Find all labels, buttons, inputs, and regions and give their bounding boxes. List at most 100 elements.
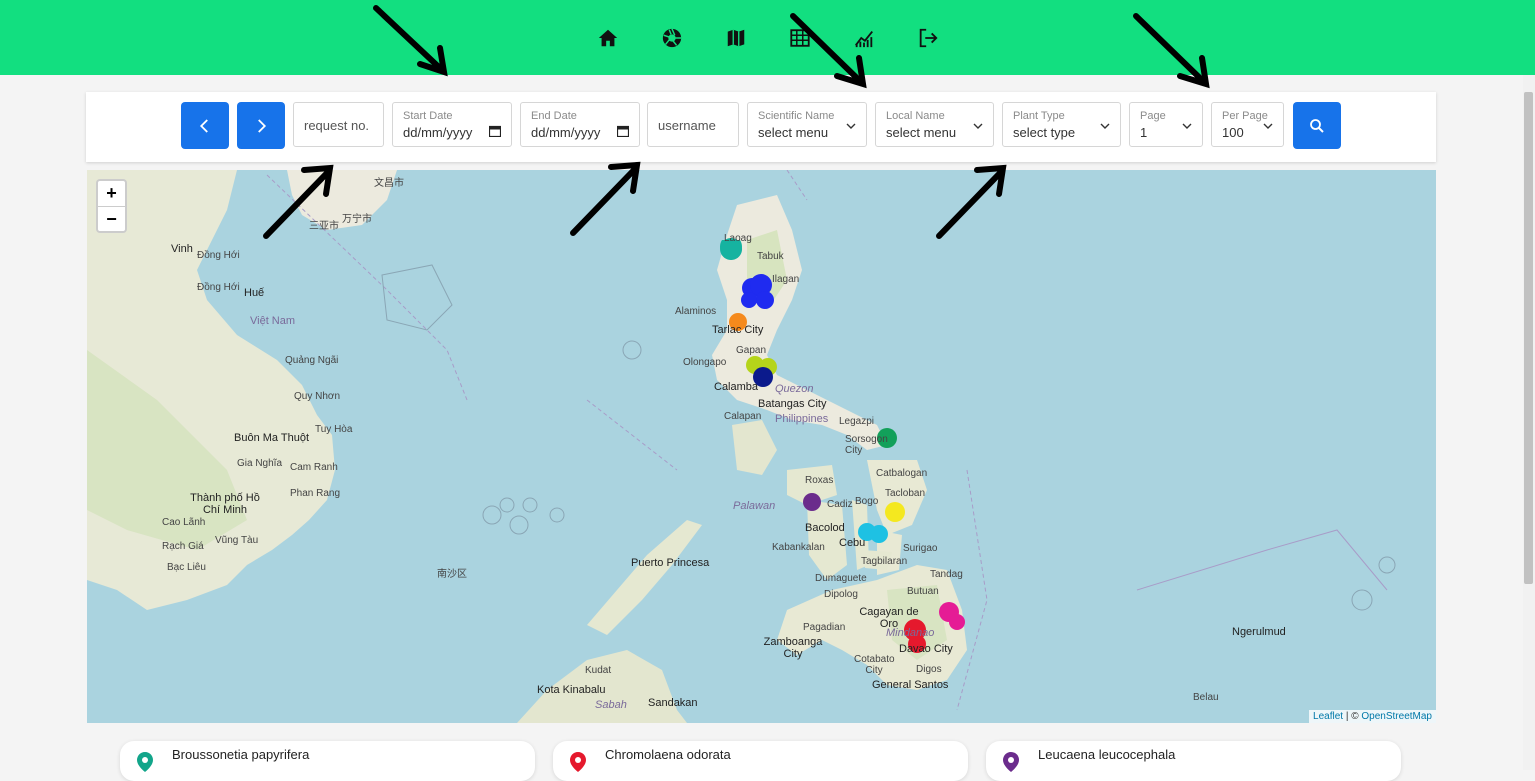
map-label: Kudat — [585, 665, 612, 676]
map-label: Cebu — [839, 537, 866, 549]
logout-icon — [919, 28, 938, 47]
calendar-icon[interactable] — [489, 125, 501, 137]
map-label: Ngerulmud — [1232, 626, 1286, 638]
prev-page-button[interactable] — [181, 102, 229, 149]
map-label: Cotabato City — [854, 654, 895, 676]
map-label: Butuan — [907, 586, 939, 597]
map-label: Gia Nghĩa — [237, 458, 283, 469]
legend-card-broussonetia[interactable]: Broussonetia papyrifera — [120, 741, 535, 781]
map-label: Bacolod — [805, 522, 845, 534]
map-label: Dipolog — [824, 589, 858, 600]
map-label: 万宁市 — [342, 214, 372, 225]
map-label: Catbalogan — [876, 468, 928, 479]
page-label: Page — [1140, 110, 1166, 122]
map-label: Sandakan — [648, 697, 698, 709]
plant-type-label: Plant Type — [1013, 110, 1065, 122]
map-label: Đồng Hới — [197, 282, 240, 293]
map-label: Philippines — [775, 413, 829, 425]
map-label: Thành phố Hồ Chí Minh — [190, 492, 260, 516]
per-page-value: 100 — [1222, 125, 1244, 140]
map-label: Việt Nam — [250, 315, 296, 327]
map-label: Digos — [916, 664, 942, 675]
map-label: Vinh — [171, 243, 193, 255]
map-label: Quy Nhơn — [294, 391, 341, 402]
home-icon — [598, 29, 617, 46]
legend-card-leucaena[interactable]: Leucaena leucocephala — [986, 741, 1401, 781]
page-scrollbar-thumb[interactable] — [1524, 92, 1533, 584]
username-placeholder: username — [658, 118, 716, 133]
chevron-down-icon — [1100, 123, 1110, 129]
map-label: Đồng Hới — [197, 250, 240, 261]
leaflet-link[interactable]: Leaflet — [1313, 711, 1343, 722]
map-label: Tandag — [930, 569, 963, 580]
map-label: Cao Lãnh — [162, 517, 206, 528]
map-label: Calamba — [714, 381, 759, 393]
map-view[interactable]: + − Vinh Đồng Hới Đồng Hới Huế Việt Nam … — [87, 170, 1436, 723]
scientific-name-select[interactable]: Scientific Name select menu — [747, 102, 867, 147]
annotation-arrow — [790, 13, 867, 89]
camera-aperture-icon — [662, 28, 681, 47]
chevron-down-icon — [1263, 123, 1273, 129]
per-page-select[interactable]: Per Page 100 — [1211, 102, 1284, 147]
end-date-value: dd/mm/yyyy — [531, 125, 601, 140]
map-label: Zamboanga City — [763, 636, 823, 660]
legend-species-name: Leucaena leucocephala — [1038, 747, 1176, 762]
chevron-down-icon — [1182, 123, 1192, 129]
map-label: Tacloban — [885, 488, 926, 499]
map-label: Cam Ranh — [290, 462, 338, 473]
nav-logout[interactable] — [896, 0, 960, 75]
attribution-separator: | © — [1343, 711, 1362, 722]
page-value: 1 — [1140, 125, 1148, 140]
map-label: Huế — [244, 287, 265, 299]
map-label: Ilagan — [772, 274, 800, 285]
map-label: Mindanao — [886, 627, 935, 639]
page-select[interactable]: Page 1 — [1129, 102, 1203, 147]
zoom-out-button[interactable]: − — [98, 206, 125, 232]
username-input[interactable]: username — [647, 102, 739, 147]
map-label: Phan Rang — [290, 488, 341, 499]
filter-bar: request no. Start Date dd/mm/yyyy End Da… — [86, 92, 1436, 162]
annotation-arrow — [373, 5, 448, 77]
local-name-select[interactable]: Local Name select menu — [875, 102, 994, 147]
osm-link[interactable]: OpenStreetMap — [1361, 711, 1432, 722]
request-number-placeholder: request no. — [304, 118, 370, 133]
search-icon — [1310, 118, 1324, 133]
map-label: Tabuk — [757, 251, 784, 262]
map-attribution: Leaflet | © OpenStreetMap — [1309, 710, 1436, 723]
map-label: Surigao — [903, 543, 938, 554]
zoom-in-button[interactable]: + — [98, 181, 125, 206]
start-date-input[interactable]: Start Date dd/mm/yyyy — [392, 102, 512, 147]
map-label: General Santos — [872, 679, 949, 691]
calendar-icon[interactable] — [617, 125, 629, 137]
map-label: Sorsogon City — [845, 434, 888, 456]
species-legend: Broussonetia papyrifera Chromolaena odor… — [0, 725, 1535, 781]
map-label: Calapan — [724, 411, 762, 422]
map-label: Bogo — [855, 496, 879, 507]
search-button[interactable] — [1293, 102, 1341, 149]
plant-type-select[interactable]: Plant Type select type — [1002, 102, 1121, 147]
map-icon — [727, 29, 744, 46]
map-label: Belau — [1193, 692, 1219, 703]
nav-map[interactable] — [704, 0, 768, 75]
nav-home[interactable] — [576, 0, 640, 75]
map-label: Batangas City — [758, 398, 827, 410]
map-label: Bạc Liêu — [167, 562, 206, 573]
map-label: Davao City — [899, 643, 953, 655]
request-number-input[interactable]: request no. — [293, 102, 384, 147]
map-label: Tagbilaran — [861, 556, 908, 567]
chevron-right-icon — [258, 118, 267, 133]
end-date-input[interactable]: End Date dd/mm/yyyy — [520, 102, 640, 147]
map-label: Puerto Princesa — [631, 557, 710, 569]
map-label: Cadiz — [827, 499, 853, 510]
map-label: Gapan — [736, 345, 767, 356]
zoom-control: + − — [96, 179, 127, 233]
map-label: Tuy Hòa — [315, 424, 353, 435]
next-page-button[interactable] — [237, 102, 285, 149]
legend-card-chromolaena[interactable]: Chromolaena odorata — [553, 741, 968, 781]
map-label: Quảng Ngãi — [285, 355, 339, 366]
map-label: Quezon — [775, 383, 814, 395]
map-label: Laoag — [724, 233, 752, 244]
nav-camera[interactable] — [640, 0, 704, 75]
legend-species-name: Chromolaena odorata — [605, 747, 731, 762]
annotation-arrow — [570, 161, 641, 236]
